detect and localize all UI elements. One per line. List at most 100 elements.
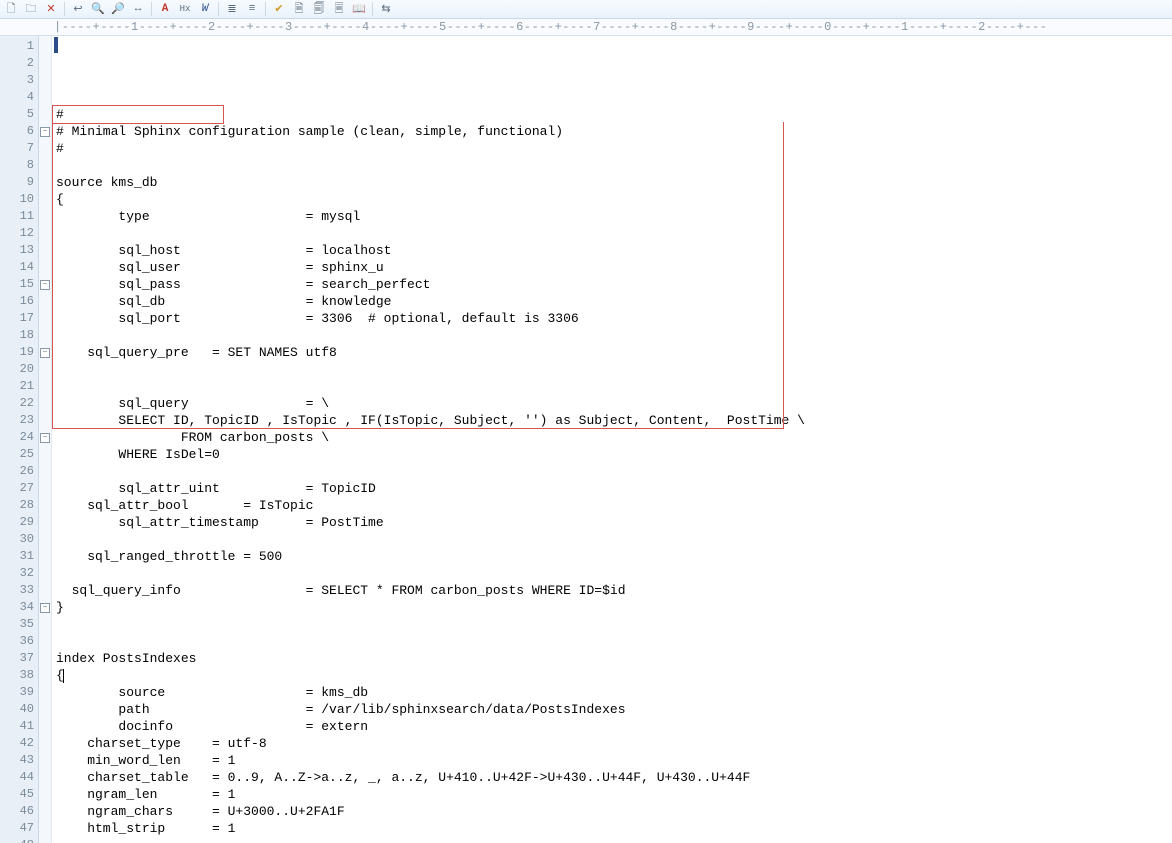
fold-cell [39,633,51,650]
code-line[interactable]: sql_attr_uint = TopicID [56,480,1172,497]
line-number: 48 [0,837,38,843]
fold-cell[interactable]: −▶ [39,599,51,616]
fold-cell[interactable]: − [39,123,51,140]
code-line[interactable]: sql_user = sphinx_u [56,259,1172,276]
code-line[interactable]: sql_attr_timestamp = PostTime [56,514,1172,531]
line-number-gutter: 1234567891011121314151617181920212223242… [0,36,39,843]
code-line[interactable]: ngram_len = 1 [56,786,1172,803]
fold-cell [39,480,51,497]
nav-back-icon[interactable]: ↩ [71,2,85,16]
code-line[interactable]: } [56,599,1172,616]
book-icon[interactable]: 📖 [352,2,366,16]
code-line[interactable] [56,157,1172,174]
code-line[interactable]: min_word_len = 1 [56,752,1172,769]
code-line[interactable] [56,616,1172,633]
code-area[interactable]: ## Minimal Sphinx configuration sample (… [52,36,1172,843]
code-line[interactable] [56,463,1172,480]
code-line[interactable]: ngram_chars = U+3000..U+2FA1F [56,803,1172,820]
code-line[interactable]: sql_db = knowledge [56,293,1172,310]
line-number: 42 [0,735,38,752]
fold-cell [39,514,51,531]
fold-collapse-icon[interactable]: − [40,127,50,137]
line-number: 28 [0,497,38,514]
code-line[interactable] [56,565,1172,582]
code-line[interactable] [56,378,1172,395]
fold-collapse-icon[interactable]: − [40,603,50,613]
new-file-icon[interactable]: 🗋 [4,2,18,16]
fold-cell [39,582,51,599]
code-line[interactable]: path = /var/lib/sphinxsearch/data/PostsI… [56,701,1172,718]
fold-cell [39,803,51,820]
code-line[interactable] [56,225,1172,242]
sync-icon[interactable]: ⇆ [379,2,393,16]
font-a-icon[interactable]: A [158,2,172,16]
code-line[interactable] [56,837,1172,843]
code-line[interactable]: { [56,667,1172,684]
code-line[interactable]: sql_ranged_throttle = 500 [56,548,1172,565]
line-number: 45 [0,786,38,803]
line-number: 3 [0,72,38,89]
code-line[interactable]: sql_attr_bool = IsTopic [56,497,1172,514]
code-line[interactable]: sql_query_info = SELECT * FROM carbon_po… [56,582,1172,599]
line-number: 38 [0,667,38,684]
code-line[interactable]: sql_host = localhost [56,242,1172,259]
code-line[interactable] [56,531,1172,548]
replace-icon[interactable]: ↔ [131,2,145,16]
code-line[interactable] [56,633,1172,650]
code-line[interactable]: # [56,140,1172,157]
close-icon[interactable]: ✕ [44,2,58,16]
code-line[interactable]: WHERE IsDel=0 [56,446,1172,463]
fold-cell [39,412,51,429]
fold-collapse-icon[interactable]: − [40,348,50,358]
code-line[interactable]: SELECT ID, TopicID , IsTopic , IF(IsTopi… [56,412,1172,429]
fold-collapse-icon[interactable]: − [40,433,50,443]
code-line[interactable]: charset_table = 0..9, A..Z->a..z, _, a..… [56,769,1172,786]
code-line[interactable]: source = kms_db [56,684,1172,701]
fold-cell [39,667,51,684]
code-line[interactable]: charset_type = utf-8 [56,735,1172,752]
code-line[interactable]: sql_pass = search_perfect [56,276,1172,293]
code-line[interactable]: html_strip = 1 [56,820,1172,837]
list-indent-icon[interactable]: ≣ [225,2,239,16]
code-line[interactable]: sql_port = 3306 # optional, default is 3… [56,310,1172,327]
line-number: 21 [0,378,38,395]
code-line[interactable]: type = mysql [56,208,1172,225]
fold-cell [39,837,51,843]
line-number: 23 [0,412,38,429]
doc-alt-icon[interactable]: 🗐 [312,2,326,16]
doc-text-icon[interactable]: 🗏 [332,2,346,16]
find-fast-icon[interactable]: 🔎 [111,2,125,16]
find-icon[interactable]: 🔍 [91,2,105,16]
fold-collapse-icon[interactable]: − [40,280,50,290]
list-number-icon[interactable]: ≡ [245,2,259,16]
code-line[interactable]: FROM carbon_posts \ [56,429,1172,446]
line-number: 19 [0,344,38,361]
fold-cell [39,191,51,208]
code-line[interactable]: sql_query = \ [56,395,1172,412]
code-line[interactable]: docinfo = extern [56,718,1172,735]
word-wrap-icon[interactable]: W [198,2,212,16]
fold-cell [39,89,51,106]
code-line[interactable]: # [56,106,1172,123]
fold-cell [39,106,51,123]
line-number: 31 [0,548,38,565]
fold-cell [39,735,51,752]
code-line[interactable] [56,361,1172,378]
check-icon[interactable]: ✔ [272,2,286,16]
fold-cell[interactable]: − [39,429,51,446]
line-number: 32 [0,565,38,582]
code-line[interactable]: { [56,191,1172,208]
fold-cell[interactable]: − [39,276,51,293]
code-line[interactable]: # Minimal Sphinx configuration sample (c… [56,123,1172,140]
fold-cell [39,208,51,225]
code-line[interactable]: index PostsIndexes [56,650,1172,667]
code-line[interactable] [56,327,1172,344]
open-file-icon[interactable]: 🗀 [24,2,38,16]
editor[interactable]: 1234567891011121314151617181920212223242… [0,36,1172,843]
code-line[interactable]: sql_query_pre = SET NAMES utf8 [56,344,1172,361]
font-hx-icon[interactable]: Hx [178,2,192,16]
fold-cell [39,548,51,565]
fold-cell[interactable]: − [39,344,51,361]
doc-icon[interactable]: 🗎 [292,2,306,16]
code-line[interactable]: source kms_db [56,174,1172,191]
